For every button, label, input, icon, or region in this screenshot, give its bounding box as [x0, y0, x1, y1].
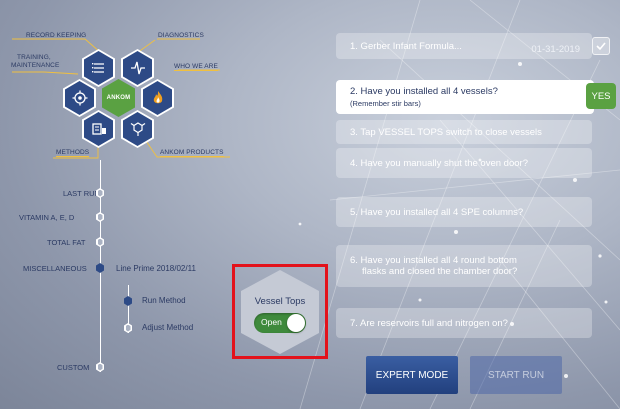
settings-hand-icon	[72, 90, 87, 106]
step-4[interactable]: 4. Have you manually shut the oven door?	[336, 148, 592, 178]
timeline-label-total-fat[interactable]: TOTAL FAT	[47, 238, 85, 247]
label-record-keeping[interactable]: RECORD KEEPING	[26, 32, 86, 39]
step-3[interactable]: 3. Tap VESSEL TOPS switch to close vesse…	[336, 120, 592, 144]
timeline-label-miscellaneous[interactable]: MISCELLANEOUS	[23, 264, 87, 273]
waveform-icon	[130, 61, 145, 75]
expert-mode-button[interactable]: EXPERT MODE	[366, 356, 458, 394]
sub-label-run-method[interactable]: Run Method	[142, 296, 186, 305]
step-2-text: 2. Have you installed all 4 vessels?	[350, 86, 498, 97]
app-screen: RECORD KEEPING DIAGNOSTICS TRAINING, MAI…	[0, 0, 620, 409]
step-1[interactable]: 1. Gerber Infant Formula... 01-31-2019	[336, 33, 592, 59]
timeline-label-vitamin[interactable]: VITAMIN A, E, D	[19, 213, 74, 222]
step-2-subtext: (Remember stir bars)	[350, 99, 421, 108]
label-training[interactable]: TRAINING,	[17, 54, 51, 61]
label-methods[interactable]: METHODS	[56, 149, 90, 157]
label-diagnostics[interactable]: DIAGNOSTICS	[158, 32, 204, 39]
step-3-text: 3. Tap VESSEL TOPS switch to close vesse…	[350, 126, 542, 138]
timeline-label-custom[interactable]: CUSTOM	[57, 363, 89, 372]
step-1-checkbox[interactable]	[592, 37, 610, 55]
methods-icon	[91, 123, 106, 135]
flame-icon	[153, 91, 162, 104]
step-1-date: 01-31-2019	[531, 44, 580, 55]
highlight-box	[232, 264, 328, 359]
step-7[interactable]: 7. Are reservoirs full and nitrogen on?	[336, 308, 592, 338]
label-who-we-are[interactable]: WHO WE ARE	[174, 63, 218, 71]
timeline-label-last-run[interactable]: LAST RUN	[63, 189, 100, 198]
label-ankom-products[interactable]: ANKOM PRODUCTS	[160, 149, 224, 157]
timeline-detail-line-prime[interactable]: Line Prime 2018/02/11	[116, 264, 196, 273]
step-4-text: 4. Have you manually shut the oven door?	[350, 157, 528, 169]
sub-label-adjust-method[interactable]: Adjust Method	[142, 323, 193, 332]
step-5[interactable]: 5. Have you installed all 4 SPE columns?	[336, 197, 592, 227]
step-7-text: 7. Are reservoirs full and nitrogen on?	[350, 317, 508, 329]
label-maintenance[interactable]: MAINTENANCE	[11, 62, 59, 69]
step-5-text: 5. Have you installed all 4 SPE columns?	[350, 206, 524, 218]
step-6[interactable]: 6. Have you installed all 4 round bottom…	[336, 245, 592, 287]
molecule-icon	[130, 122, 145, 136]
yes-button[interactable]: YES	[586, 83, 616, 109]
start-run-button[interactable]: START RUN	[470, 356, 562, 394]
ankom-logo: ANKOM	[106, 95, 131, 101]
step-6-text-line2: flasks and closed the chamber door?	[362, 266, 518, 277]
list-icon	[91, 63, 104, 73]
check-icon	[596, 42, 606, 51]
step-2[interactable]: 2. Have you installed all 4 vessels? (Re…	[336, 80, 594, 114]
step-6-text: 6. Have you installed all 4 round bottom	[350, 255, 517, 266]
